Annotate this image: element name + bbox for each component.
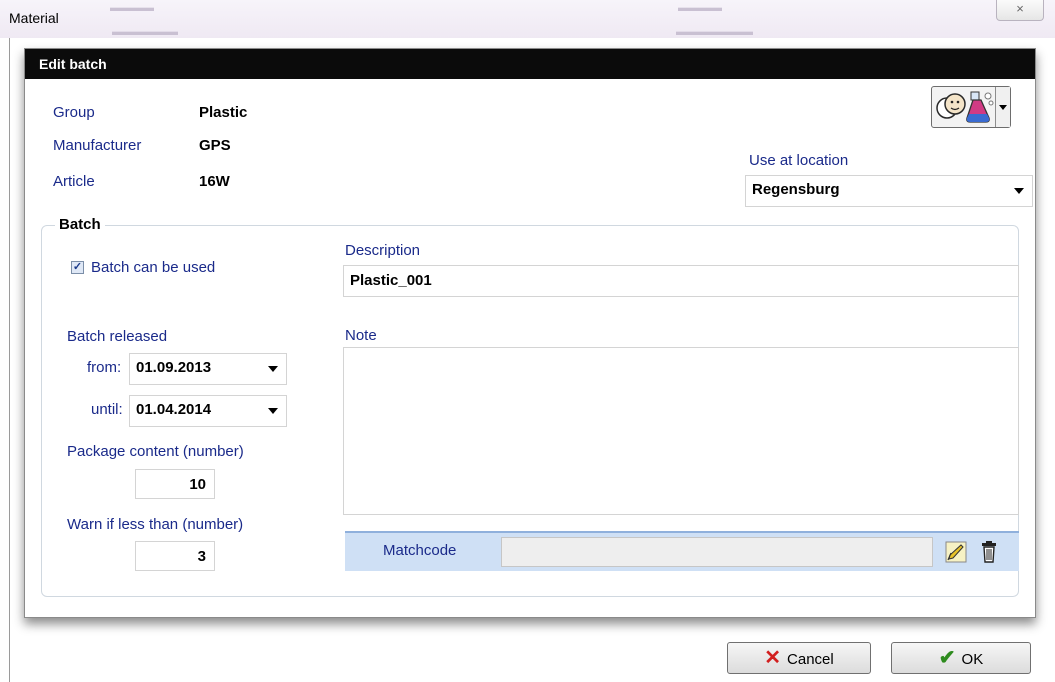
dialog-title: Edit batch <box>39 56 107 72</box>
manufacturer-label: Manufacturer <box>53 137 142 154</box>
article-value: 16W <box>199 173 230 190</box>
outer-window-titlebar: Material ▬▬▬▬ ▬▬▬▬▬▬ ▬▬▬▬ ▬▬▬▬▬▬▬ <box>0 0 1055 38</box>
people-lab-icon <box>936 91 994 123</box>
edit-batch-dialog: Edit batch Group Plastic Manufacturer GP… <box>24 48 1036 618</box>
location-label: Use at location <box>749 152 849 169</box>
batch-released-label: Batch released <box>67 328 168 345</box>
cancel-button[interactable]: ✕ Cancel <box>727 642 871 674</box>
from-date-value: 01.09.2013 <box>136 359 212 376</box>
close-icon: × <box>1016 1 1024 16</box>
background-ghost-text: ▬▬▬▬ <box>678 2 722 14</box>
dialog-header: Edit batch <box>25 49 1035 79</box>
manufacturer-value: GPS <box>199 137 231 154</box>
chevron-down-icon[interactable] <box>995 87 1010 127</box>
cancel-label: Cancel <box>787 651 834 668</box>
checkmark-icon: ✔ <box>938 647 956 669</box>
note-textarea[interactable] <box>343 347 1019 515</box>
ok-button[interactable]: ✔ OK <box>891 642 1031 674</box>
package-content-label: Package content (number) <box>67 443 244 460</box>
group-value: Plastic <box>199 104 248 121</box>
lab-menu-button[interactable] <box>931 86 1011 128</box>
article-label: Article <box>53 173 95 190</box>
location-select[interactable]: Regensburg <box>745 175 1033 207</box>
outer-window-title: Material <box>9 10 59 26</box>
description-label: Description <box>345 242 421 259</box>
until-label: until: <box>91 401 123 418</box>
from-label: from: <box>87 359 122 376</box>
description-input[interactable]: Plastic_001 <box>343 265 1019 297</box>
batch-group-title: Batch <box>55 216 105 233</box>
chevron-down-icon <box>1014 188 1024 199</box>
outer-window-border <box>9 38 10 682</box>
ok-label: OK <box>961 651 984 668</box>
until-date-picker[interactable]: 01.04.2014 <box>129 395 287 427</box>
warn-threshold-label: Warn if less than (number) <box>67 516 244 533</box>
location-value: Regensburg <box>752 181 840 198</box>
matchcode-input[interactable] <box>501 537 933 567</box>
note-label: Note <box>345 327 377 344</box>
batch-usable-checkbox[interactable]: ✓ <box>71 261 84 274</box>
batch-usable-label: Batch can be used <box>91 259 216 276</box>
description-value: Plastic_001 <box>350 272 432 289</box>
matchcode-bar: Matchcode <box>345 531 1019 571</box>
package-content-input[interactable]: 10 <box>135 469 215 499</box>
matchcode-label: Matchcode <box>383 542 457 559</box>
chevron-down-icon <box>268 366 278 377</box>
from-date-picker[interactable]: 01.09.2013 <box>129 353 287 385</box>
group-label: Group <box>53 104 95 121</box>
background-ghost-text: ▬▬▬▬▬▬ <box>112 26 178 38</box>
outer-close-button[interactable]: × <box>996 0 1044 21</box>
warn-threshold-input[interactable]: 3 <box>135 541 215 571</box>
chevron-down-icon <box>268 408 278 419</box>
pencil-edit-icon[interactable] <box>945 541 967 563</box>
x-icon: ✕ <box>764 647 782 669</box>
background-ghost-text: ▬▬▬▬▬▬▬ <box>676 26 753 38</box>
until-date-value: 01.04.2014 <box>136 401 212 418</box>
background-ghost-text: ▬▬▬▬ <box>110 2 154 14</box>
trash-icon[interactable] <box>981 541 997 563</box>
